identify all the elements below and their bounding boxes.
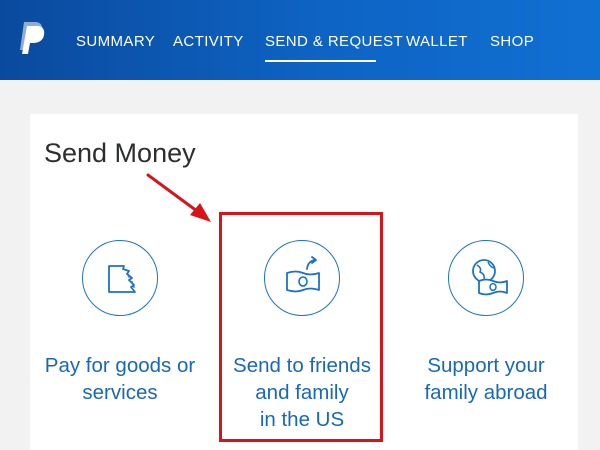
money-send-icon <box>286 256 320 293</box>
nav-shop[interactable]: SHOP <box>490 33 534 50</box>
receipt-icon <box>108 265 136 293</box>
top-navigation-bar: SUMMARY ACTIVITY SEND & REQUEST WALLET S… <box>0 0 600 80</box>
option-send-friends-family[interactable]: Send to friends and family in the US <box>212 240 392 450</box>
option-icon-circle <box>82 240 158 316</box>
option-support-family-abroad[interactable]: Support your family abroad <box>396 240 576 450</box>
nav-wallet[interactable]: WALLET <box>406 33 468 50</box>
page-title: Send Money <box>44 138 196 168</box>
option-label: Send to friends and family in the US <box>233 354 371 431</box>
nav-summary[interactable]: SUMMARY <box>76 33 155 50</box>
nav-send-request[interactable]: SEND & REQUEST <box>265 33 403 50</box>
globe-money-icon <box>472 259 508 296</box>
active-tab-underline <box>265 60 376 62</box>
option-label: Support your family abroad <box>424 354 548 404</box>
option-pay-goods-services[interactable]: Pay for goods or services <box>30 240 210 450</box>
main-nav: SUMMARY ACTIVITY SEND & REQUEST WALLET S… <box>0 0 600 80</box>
nav-activity[interactable]: ACTIVITY <box>173 33 244 50</box>
option-label: Pay for goods or services <box>44 354 196 404</box>
option-icon-circle <box>264 240 340 316</box>
option-icon-circle <box>448 240 524 316</box>
